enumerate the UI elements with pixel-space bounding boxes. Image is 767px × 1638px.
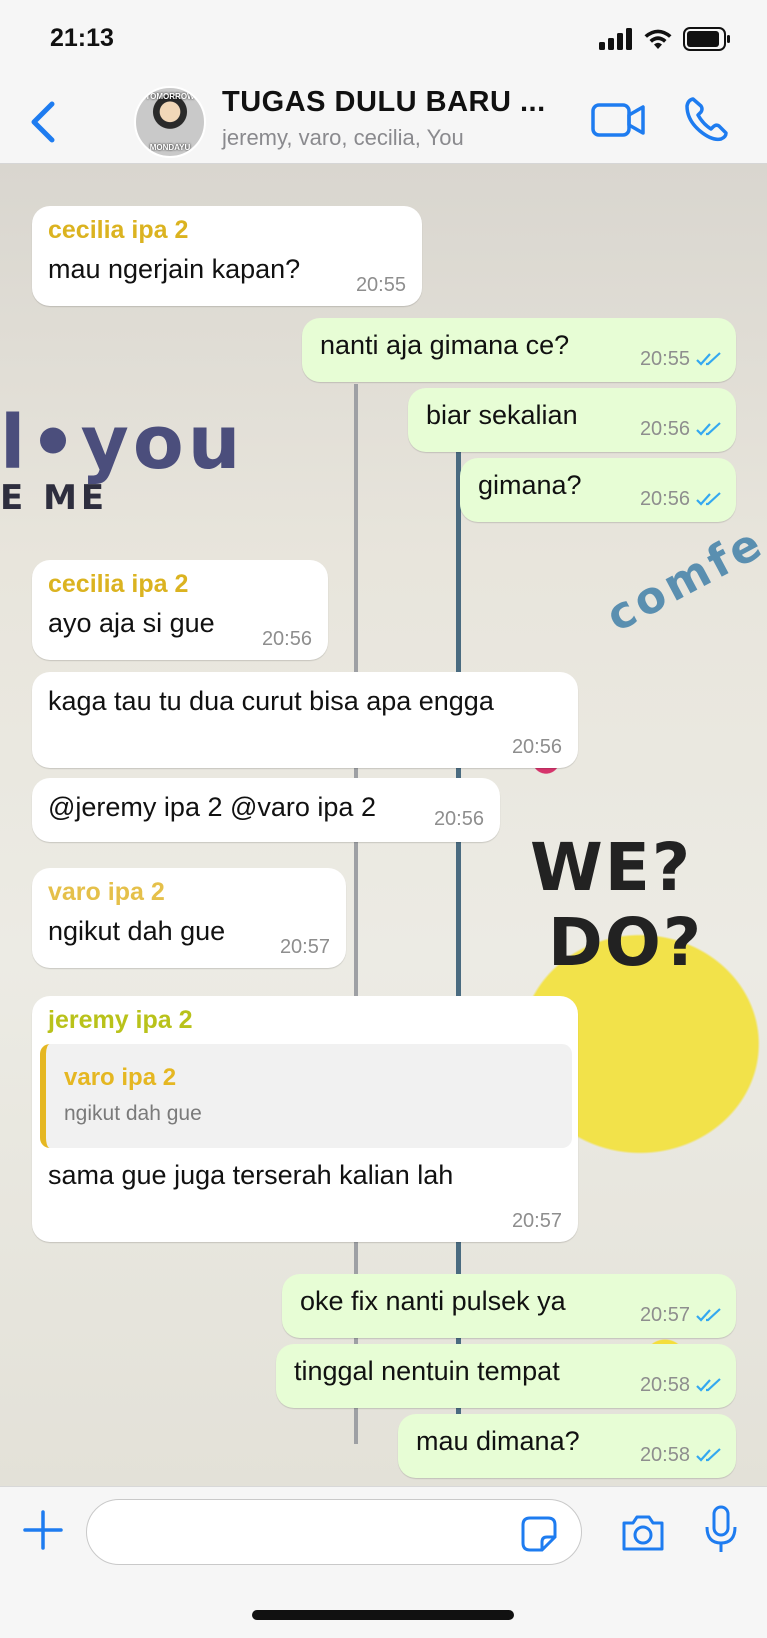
sticker-icon[interactable] xyxy=(520,1515,558,1553)
message-text: kaga tau tu dua curut bisa apa engga xyxy=(48,686,494,716)
message-text: oke fix nanti pulsek ya xyxy=(300,1286,566,1316)
message-bubble-outgoing[interactable]: oke fix nanti pulsek ya 20:57 xyxy=(282,1274,736,1338)
double-check-icon xyxy=(696,422,721,436)
message-time: 20:55 xyxy=(355,274,406,296)
message-bubble-outgoing[interactable]: tinggal nentuin tempat 20:58 xyxy=(276,1344,736,1408)
message-time: 20:55 xyxy=(639,348,690,370)
message-bubble-outgoing[interactable]: biar sekalian 20:56 xyxy=(408,388,736,452)
message-time: 20:57 xyxy=(511,1210,562,1232)
message-text: mau dimana? xyxy=(416,1426,580,1456)
camera-icon[interactable] xyxy=(620,1513,666,1553)
message-time: 20:56 xyxy=(433,808,484,830)
double-check-icon xyxy=(696,1448,721,1462)
message-sender: cecilia ipa 2 xyxy=(48,570,189,598)
avatar-text-bottom: MONDAYU xyxy=(149,143,191,152)
chat-header: TOMORROW MONDAYU TUGAS DULU BARU ... jer… xyxy=(0,80,767,164)
message-input[interactable] xyxy=(86,1499,582,1565)
group-avatar[interactable]: TOMORROW MONDAYU xyxy=(134,86,206,158)
message-sender: varo ipa 2 xyxy=(48,878,165,906)
message-bubble-incoming[interactable]: cecilia ipa 2 mau ngerjain kapan? 20:55 xyxy=(32,206,422,306)
wallpaper-text: DO? xyxy=(548,904,704,981)
back-chevron-icon[interactable] xyxy=(26,98,62,146)
message-time: 20:57 xyxy=(639,1304,690,1326)
status-bar: 21:13 xyxy=(0,0,767,80)
group-title[interactable]: TUGAS DULU BARU ... xyxy=(222,86,562,119)
status-time: 21:13 xyxy=(50,24,114,52)
message-bubble-outgoing[interactable]: nanti aja gimana ce? 20:55 xyxy=(302,318,736,382)
wallpaper-text: WE? xyxy=(530,829,693,906)
message-time: 20:56 xyxy=(639,488,690,510)
double-check-icon xyxy=(696,492,721,506)
message-text: nanti aja gimana ce? xyxy=(320,330,570,360)
home-indicator xyxy=(252,1610,514,1620)
message-time: 20:58 xyxy=(639,1444,690,1466)
battery-icon xyxy=(683,27,730,51)
quoted-message-text: ngikut dah gue xyxy=(64,1102,202,1125)
message-time: 20:58 xyxy=(639,1374,690,1396)
microphone-icon[interactable] xyxy=(704,1505,738,1555)
quoted-message[interactable]: varo ipa 2 ngikut dah gue xyxy=(40,1044,572,1148)
wallpaper-text: l•you xyxy=(0,400,245,486)
message-time: 20:56 xyxy=(261,628,312,650)
wifi-icon xyxy=(644,29,672,49)
message-sender: cecilia ipa 2 xyxy=(48,216,189,244)
wallpaper-text: E ME xyxy=(0,478,109,518)
message-bubble-outgoing[interactable]: gimana? 20:56 xyxy=(460,458,736,522)
phone-icon[interactable] xyxy=(684,96,728,142)
chat-area[interactable]: l•you E ME comfe WE? DO? cecilia ipa 2 m… xyxy=(0,164,767,1486)
message-text: mau ngerjain kapan? xyxy=(48,254,301,284)
double-check-icon xyxy=(696,1308,721,1322)
message-bubble-outgoing[interactable]: mau dimana? 20:58 xyxy=(398,1414,736,1478)
message-time: 20:56 xyxy=(511,736,562,758)
message-text: tinggal nentuin tempat xyxy=(294,1356,560,1386)
message-text: @jeremy ipa 2 @varo ipa 2 xyxy=(48,792,376,822)
message-text: ngikut dah gue xyxy=(48,916,226,946)
message-bubble-incoming[interactable]: jeremy ipa 2 varo ipa 2 ngikut dah gue s… xyxy=(32,996,578,1242)
wallpaper-text: comfe xyxy=(598,516,767,643)
message-text: sama gue juga terserah kalian lah xyxy=(48,1160,454,1190)
quoted-message-sender: varo ipa 2 xyxy=(64,1064,177,1091)
status-icons xyxy=(599,26,731,52)
plus-icon[interactable] xyxy=(22,1509,64,1551)
message-text: gimana? xyxy=(478,470,582,500)
message-bubble-incoming[interactable]: varo ipa 2 ngikut dah gue 20:57 xyxy=(32,868,346,968)
group-members[interactable]: jeremy, varo, cecilia, You xyxy=(222,125,464,151)
signal-icon xyxy=(599,28,632,50)
message-time: 20:56 xyxy=(639,418,690,440)
double-check-icon xyxy=(696,1378,721,1392)
double-check-icon xyxy=(696,352,721,366)
video-call-icon[interactable] xyxy=(590,100,646,140)
input-bar xyxy=(0,1486,767,1638)
message-bubble-incoming[interactable]: cecilia ipa 2 ayo aja si gue 20:56 xyxy=(32,560,328,660)
avatar-text-top: TOMORROW xyxy=(145,92,195,101)
message-time: 20:57 xyxy=(279,936,330,958)
message-text: biar sekalian xyxy=(426,400,578,430)
message-bubble-incoming[interactable]: kaga tau tu dua curut bisa apa engga 20:… xyxy=(32,672,578,768)
message-sender: jeremy ipa 2 xyxy=(48,1006,193,1034)
message-text: ayo aja si gue xyxy=(48,608,215,638)
message-bubble-incoming[interactable]: @jeremy ipa 2 @varo ipa 2 20:56 xyxy=(32,778,500,842)
